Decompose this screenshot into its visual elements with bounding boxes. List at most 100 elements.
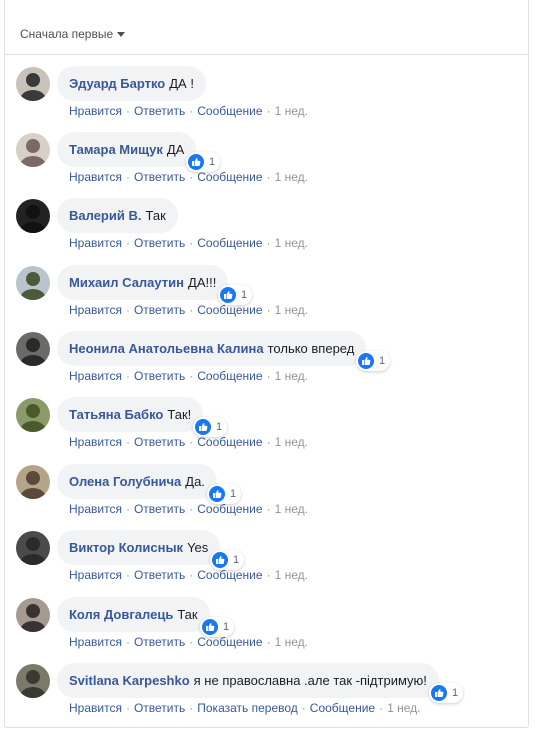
comment-author[interactable]: Тамара Мищук [69,142,163,157]
avatar[interactable] [16,133,50,167]
reaction-count[interactable]: 1 [429,683,464,703]
separator-dot: · [189,104,194,118]
message-link[interactable]: Сообщение [197,303,262,317]
comment-author[interactable]: Эдуард Бартко [69,76,165,91]
comment-text: Да. [185,474,205,489]
comment-actions: Нравится · Ответить · Сообщение · 1 нед. [69,369,308,383]
avatar[interactable] [16,664,50,698]
avatar-image [16,664,50,698]
message-link[interactable]: Сообщение [197,236,262,250]
comment-actions: Нравится · Ответить · Показать перевод · Сообщ… [69,701,420,715]
comment-author[interactable]: Svitlana Karpeshko [69,673,190,688]
reply-link[interactable]: Ответить [134,701,185,715]
comment-author[interactable]: Неонила Анатольевна Калина [69,341,264,356]
avatar[interactable] [16,332,50,366]
reaction-count[interactable]: 1 [218,285,253,305]
reply-link[interactable]: Ответить [134,369,185,383]
reaction-number: 1 [233,554,240,566]
comment-author[interactable]: Олена Голубнича [69,474,181,489]
comment-text: только вперед [267,341,355,356]
message-link[interactable]: Сообщение [197,104,262,118]
reply-link[interactable]: Ответить [134,568,185,582]
comment-timestamp[interactable]: 1 нед. [275,635,308,649]
comment-bubble: Тамара Мищук ДА [57,132,197,167]
message-link[interactable]: Сообщение [197,635,262,649]
avatar[interactable] [16,266,50,300]
like-link[interactable]: Нравится [69,236,122,250]
comment-timestamp[interactable]: 1 нед. [275,236,308,250]
separator-dot: · [125,435,130,449]
message-link[interactable]: Сообщение [310,701,375,715]
separator-dot: · [266,236,271,250]
avatar[interactable] [16,598,50,632]
reaction-count[interactable]: 1 [207,484,242,504]
comment-text: ДА ! [169,76,194,91]
comment-author[interactable]: Михаил Салаутин [69,275,184,290]
comment-author[interactable]: Коля Довгалець [69,607,173,622]
avatar-image [16,465,50,499]
reply-link[interactable]: Ответить [134,635,185,649]
comment-text: Так [177,607,198,622]
show-translation-link[interactable]: Показать перевод [197,701,298,715]
reaction-number: 1 [209,156,216,168]
like-link[interactable]: Нравится [69,104,122,118]
reaction-count[interactable]: 1 [200,617,235,637]
like-link[interactable]: Нравится [69,369,122,383]
like-link[interactable]: Нравится [69,635,122,649]
message-link[interactable]: Сообщение [197,568,262,582]
separator-dot: · [125,635,130,649]
comment-timestamp[interactable]: 1 нед. [275,303,308,317]
avatar-image [16,67,50,101]
comment-timestamp[interactable]: 1 нед. [275,104,308,118]
reaction-number: 1 [223,621,230,633]
comment-timestamp[interactable]: 1 нед. [275,435,308,449]
reply-link[interactable]: Ответить [134,435,185,449]
reply-link[interactable]: Ответить [134,502,185,516]
comment-bubble: Коля Довгалець Так [57,597,210,632]
comment-actions: Нравится · Ответить · Сообщение · 1 нед. [69,435,308,449]
reply-link[interactable]: Ответить [134,236,185,250]
comment-author[interactable]: Татьяна Бабко [69,407,163,422]
reaction-count[interactable]: 1 [356,351,391,371]
comment-timestamp[interactable]: 1 нед. [387,701,420,715]
avatar[interactable] [16,465,50,499]
like-link[interactable]: Нравится [69,502,122,516]
message-link[interactable]: Сообщение [197,369,262,383]
separator-dot: · [266,170,271,184]
comment-author[interactable]: Виктор Колиснык [69,540,183,555]
comment-bubble: Михаил Салаутин ДА!!! [57,265,229,300]
separator-dot: · [301,701,306,715]
avatar[interactable] [16,67,50,101]
like-icon [358,353,374,369]
reply-link[interactable]: Ответить [134,104,185,118]
comment-author[interactable]: Валерий В. [69,208,141,223]
reply-link[interactable]: Ответить [134,170,185,184]
avatar[interactable] [16,199,50,233]
like-icon [212,552,228,568]
comment-text: Так [145,208,166,223]
comment-timestamp[interactable]: 1 нед. [275,502,308,516]
like-link[interactable]: Нравится [69,303,122,317]
reply-link[interactable]: Ответить [134,303,185,317]
reaction-count[interactable]: 1 [193,417,228,437]
avatar-image [16,133,50,167]
reaction-count[interactable]: 1 [186,152,221,172]
message-link[interactable]: Сообщение [197,170,262,184]
comment-timestamp[interactable]: 1 нед. [275,170,308,184]
comment-timestamp[interactable]: 1 нед. [275,568,308,582]
sort-dropdown[interactable]: Сначала первые [20,27,126,41]
comment-actions: Нравится · Ответить · Сообщение · 1 нед. [69,568,308,582]
avatar[interactable] [16,531,50,565]
separator-dot: · [189,635,194,649]
separator-dot: · [266,502,271,516]
sort-label: Сначала первые [20,27,114,41]
message-link[interactable]: Сообщение [197,435,262,449]
message-link[interactable]: Сообщение [197,502,262,516]
like-link[interactable]: Нравится [69,701,122,715]
like-link[interactable]: Нравится [69,170,122,184]
comment-timestamp[interactable]: 1 нед. [275,369,308,383]
like-link[interactable]: Нравится [69,568,122,582]
like-link[interactable]: Нравится [69,435,122,449]
avatar[interactable] [16,398,50,432]
reaction-count[interactable]: 1 [210,550,245,570]
